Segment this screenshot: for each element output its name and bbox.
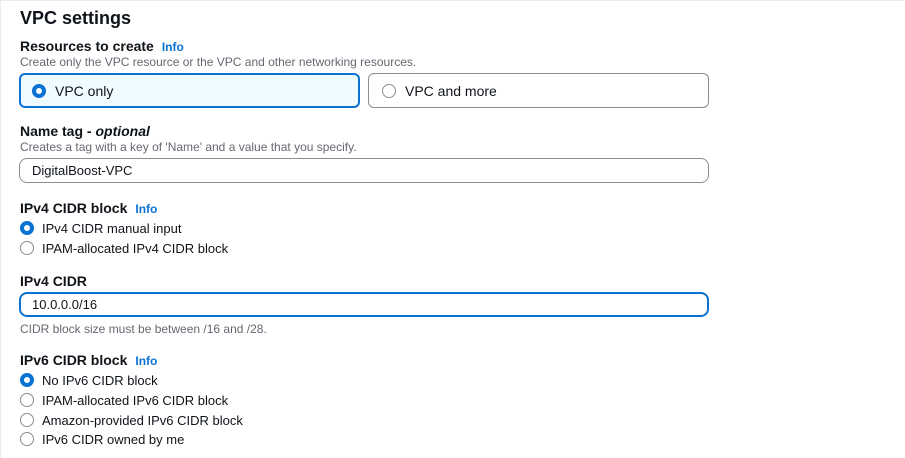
option-ipv6-amazon[interactable]: Amazon-provided IPv6 CIDR block (20, 411, 243, 429)
tile-vpc-and-more-label: VPC and more (405, 82, 497, 99)
ipv4-block-label-text: IPv4 CIDR block (20, 200, 128, 216)
ipv4-block-info-link[interactable]: Info (135, 202, 157, 216)
name-tag-description: Creates a tag with a key of 'Name' and a… (20, 140, 357, 154)
panel-top-border (0, 0, 905, 1)
radio-vpc-only[interactable] (32, 83, 46, 98)
name-tag-label-text: Name tag - (20, 123, 96, 139)
name-tag-optional: optional (95, 123, 150, 139)
option-ipv6-none-label: No IPv6 CIDR block (42, 372, 158, 388)
option-ipv6-byoip-label: IPv6 CIDR owned by me (42, 431, 185, 447)
option-ipv6-ipam-label: IPAM-allocated IPv6 CIDR block (42, 392, 229, 408)
option-ipv4-ipam-label: IPAM-allocated IPv4 CIDR block (42, 240, 229, 256)
ipv6-block-label: IPv6 CIDR block Info (20, 351, 157, 370)
radio-ipv6-ipam[interactable] (20, 393, 34, 407)
section-title: VPC settings (20, 8, 132, 28)
tile-vpc-and-more[interactable]: VPC and more (368, 73, 709, 108)
vpc-settings-panel: VPC settings Resources to create Info Cre… (0, 0, 905, 458)
panel-left-border (0, 0, 1, 458)
radio-ipv6-byoip[interactable] (20, 432, 34, 446)
resources-description: Create only the VPC resource or the VPC … (20, 55, 417, 69)
radio-ipv6-amazon[interactable] (20, 413, 34, 427)
radio-ipv4-ipam[interactable] (20, 241, 34, 255)
option-ipv4-manual[interactable]: IPv4 CIDR manual input (20, 219, 181, 237)
ipv4-block-label: IPv4 CIDR block Info (20, 199, 157, 218)
resources-info-link[interactable]: Info (162, 40, 184, 54)
option-ipv4-ipam[interactable]: IPAM-allocated IPv4 CIDR block (20, 239, 228, 257)
option-ipv4-manual-label: IPv4 CIDR manual input (42, 220, 182, 236)
tile-vpc-only-label: VPC only (55, 82, 114, 99)
option-ipv6-byoip[interactable]: IPv6 CIDR owned by me (20, 430, 184, 448)
option-ipv6-ipam[interactable]: IPAM-allocated IPv6 CIDR block (20, 391, 228, 409)
option-ipv6-none[interactable]: No IPv6 CIDR block (20, 371, 158, 389)
option-ipv6-amazon-label: Amazon-provided IPv6 CIDR block (42, 412, 243, 428)
ipv6-block-label-text: IPv6 CIDR block (20, 352, 128, 368)
ipv6-block-info-link[interactable]: Info (135, 354, 157, 368)
name-tag-label: Name tag - optional (20, 122, 150, 140)
ipv4-cidr-hint: CIDR block size must be between /16 and … (20, 322, 267, 336)
ipv4-cidr-label: IPv4 CIDR (20, 273, 87, 289)
radio-ipv6-none[interactable] (20, 373, 34, 387)
ipv4-cidr-input[interactable] (19, 292, 709, 317)
resources-label-text: Resources to create (20, 38, 154, 54)
name-tag-input[interactable] (19, 158, 709, 183)
radio-ipv4-manual[interactable] (20, 221, 34, 235)
radio-vpc-and-more[interactable] (382, 83, 396, 98)
tile-vpc-only[interactable]: VPC only (19, 73, 360, 108)
